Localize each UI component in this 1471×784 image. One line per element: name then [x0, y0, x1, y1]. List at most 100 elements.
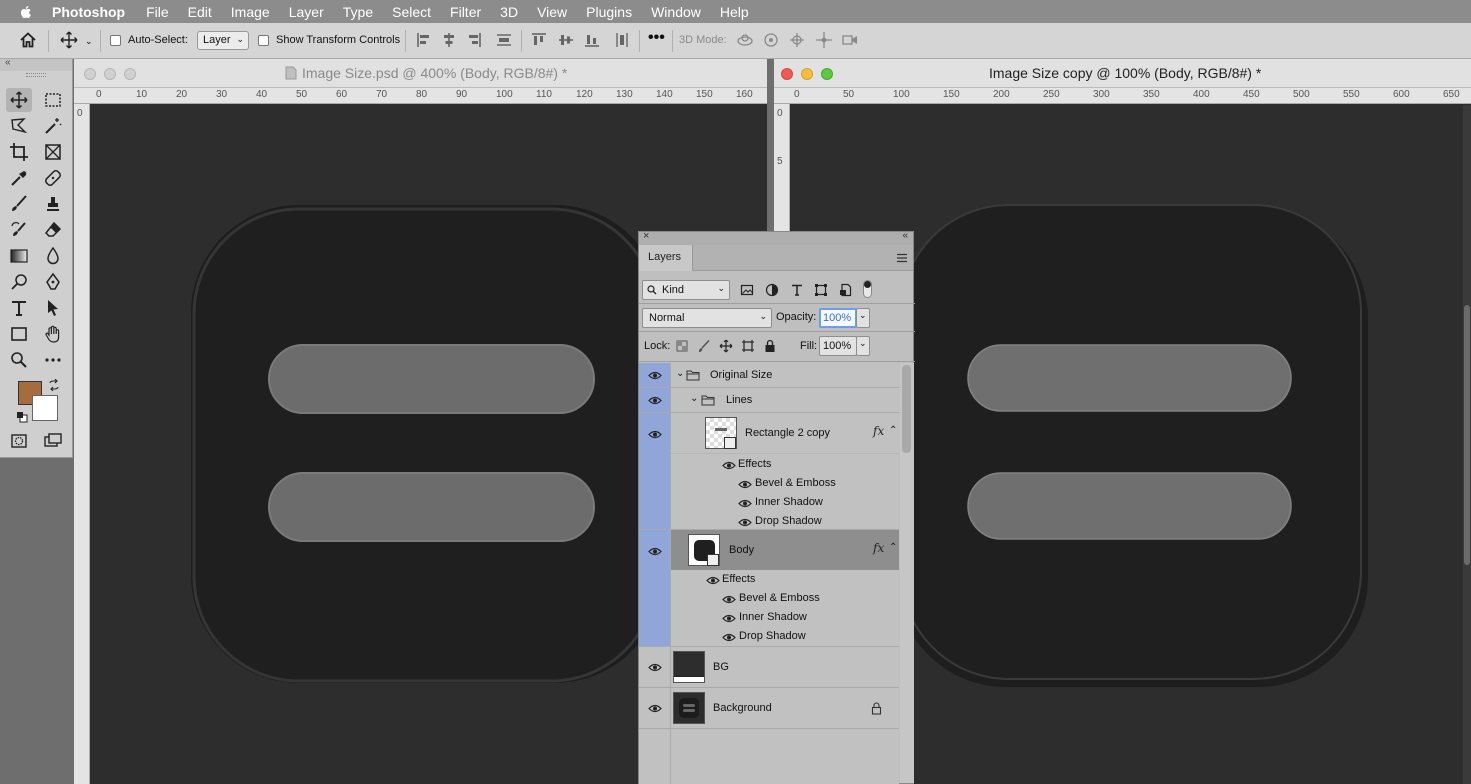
menu-3d[interactable]: 3D — [500, 4, 518, 20]
chevron-down-icon[interactable]: ⌄ — [85, 36, 93, 47]
menu-edit[interactable]: Edit — [188, 4, 212, 20]
filter-type-icon[interactable] — [790, 283, 804, 297]
tab-layers[interactable]: Layers — [639, 245, 693, 271]
eye-icon[interactable] — [738, 480, 752, 489]
swap-colors-icon[interactable] — [48, 379, 60, 391]
fx-icon[interactable]: fx — [873, 541, 884, 555]
more-options-icon[interactable]: ••• — [648, 29, 665, 47]
vertical-ruler[interactable]: 0 — [74, 104, 90, 784]
filter-kind-dropdown[interactable]: Kind ⌄ — [642, 280, 730, 300]
effect-bevel-emboss[interactable]: Bevel & Emboss — [739, 592, 820, 604]
align-middle-icon[interactable] — [557, 31, 575, 49]
zoom-tool[interactable] — [6, 348, 32, 372]
close-window-button[interactable] — [84, 68, 96, 80]
effect-bevel-emboss[interactable]: Bevel & Emboss — [755, 477, 836, 489]
layer-body[interactable]: Body fx ⌃ Effects Bevel & Emboss Inner S… — [639, 530, 899, 647]
more-tools[interactable] — [40, 348, 66, 372]
eye-icon[interactable] — [648, 663, 662, 672]
blend-mode-dropdown[interactable]: Normal ⌄ — [642, 308, 772, 328]
auto-select-dropdown[interactable]: Layer ⌄ — [197, 31, 249, 50]
lock-artboard-icon[interactable] — [741, 339, 755, 353]
move-tool-icon[interactable] — [60, 31, 78, 49]
default-colors-icon[interactable] — [16, 411, 28, 423]
lock-transparent-pixels-icon[interactable] — [675, 339, 689, 353]
menu-window[interactable]: Window — [651, 4, 701, 20]
clone-stamp-tool[interactable] — [40, 192, 66, 216]
menu-layer[interactable]: Layer — [289, 4, 324, 20]
minimize-window-button[interactable] — [104, 68, 116, 80]
crop-tool[interactable] — [6, 140, 32, 164]
menu-type[interactable]: Type — [343, 4, 373, 20]
frame-tool[interactable] — [40, 140, 66, 164]
align-right-icon[interactable] — [465, 31, 483, 49]
chevron-up-icon[interactable]: ⌃ — [889, 425, 897, 436]
lock-image-pixels-icon[interactable] — [697, 339, 711, 353]
eye-icon[interactable] — [648, 547, 662, 556]
distribute-vertical-icon[interactable] — [613, 31, 631, 49]
zoom-window-button[interactable] — [821, 68, 833, 80]
auto-select-checkbox[interactable] — [110, 35, 121, 46]
layer-group-original-size[interactable]: ⌄ Original Size — [639, 363, 899, 388]
fx-icon[interactable]: fx — [873, 424, 884, 438]
dodge-tool[interactable] — [6, 270, 32, 294]
document-title-bar[interactable]: Image Size copy @ 100% (Body, RGB/8#) * — [774, 59, 1471, 88]
brush-tool[interactable] — [6, 192, 32, 216]
eye-icon[interactable] — [648, 371, 662, 380]
filter-adjustment-icon[interactable] — [765, 283, 779, 297]
home-icon[interactable] — [19, 31, 37, 49]
show-transform-checkbox[interactable] — [258, 35, 269, 46]
menu-view[interactable]: View — [537, 4, 567, 20]
chevron-down-icon[interactable]: ⌄ — [690, 393, 698, 404]
opacity-slider-toggle[interactable]: ⌄ — [856, 308, 870, 328]
fill-slider-toggle[interactable]: ⌄ — [856, 336, 870, 356]
minimize-window-button[interactable] — [801, 68, 813, 80]
menu-filter[interactable]: Filter — [450, 4, 481, 20]
distribute-icon[interactable] — [495, 31, 513, 49]
apple-icon[interactable] — [18, 4, 34, 20]
layer-rectangle-2-copy[interactable]: Rectangle 2 copy fx ⌃ Effects Bevel & Em… — [639, 413, 899, 530]
effect-drop-shadow[interactable]: Drop Shadow — [739, 630, 806, 642]
menu-plugins[interactable]: Plugins — [586, 4, 632, 20]
menu-help[interactable]: Help — [720, 4, 749, 20]
screen-mode-button[interactable] — [40, 429, 66, 453]
zoom-window-button[interactable] — [124, 68, 136, 80]
menu-select[interactable]: Select — [392, 4, 431, 20]
scrollbar-thumb[interactable] — [1464, 305, 1470, 565]
move-tool[interactable] — [6, 88, 32, 112]
blur-tool[interactable] — [40, 244, 66, 268]
eye-icon[interactable] — [722, 633, 736, 642]
lock-all-icon[interactable] — [763, 339, 777, 353]
menu-app-photoshop[interactable]: Photoshop — [52, 4, 125, 20]
opacity-input[interactable]: 100% — [819, 308, 857, 328]
eyedropper-tool[interactable] — [6, 166, 32, 190]
lasso-tool[interactable] — [6, 114, 32, 138]
lock-position-icon[interactable] — [719, 339, 733, 353]
tools-panel-header[interactable]: « — [0, 57, 72, 71]
close-panel-icon[interactable]: × — [643, 230, 649, 242]
effect-drop-shadow[interactable]: Drop Shadow — [755, 515, 822, 527]
horizontal-ruler[interactable]: 0 50 100 150 200 250 300 350 400 450 500… — [774, 88, 1471, 104]
menu-image[interactable]: Image — [231, 4, 270, 20]
quick-mask-button[interactable] — [6, 429, 32, 453]
pen-tool[interactable] — [40, 270, 66, 294]
filter-pixel-icon[interactable] — [740, 283, 754, 297]
effect-inner-shadow[interactable]: Inner Shadow — [755, 496, 823, 508]
path-selection-tool[interactable] — [40, 296, 66, 320]
eye-icon[interactable] — [722, 461, 736, 470]
document-title-bar[interactable]: Image Size.psd @ 400% (Body, RGB/8#) * — [74, 59, 767, 88]
eye-icon[interactable] — [722, 595, 736, 604]
type-tool[interactable] — [6, 296, 32, 320]
layer-bg[interactable]: BG — [639, 647, 899, 688]
chevron-up-icon[interactable]: ⌃ — [889, 542, 897, 553]
eraser-tool[interactable] — [40, 218, 66, 242]
history-brush-tool[interactable] — [6, 218, 32, 242]
effect-inner-shadow[interactable]: Inner Shadow — [739, 611, 807, 623]
marquee-tool[interactable] — [40, 88, 66, 112]
align-left-icon[interactable] — [415, 31, 433, 49]
fill-input[interactable]: 100% — [819, 336, 857, 356]
layer-group-lines[interactable]: ⌄ Lines — [639, 388, 899, 413]
eye-icon[interactable] — [648, 704, 662, 713]
horizontal-ruler[interactable]: 0 10 20 30 40 50 60 70 80 90 100 110 120… — [74, 88, 767, 104]
layers-panel-header[interactable]: × « — [639, 230, 913, 245]
rectangle-tool[interactable] — [6, 322, 32, 346]
